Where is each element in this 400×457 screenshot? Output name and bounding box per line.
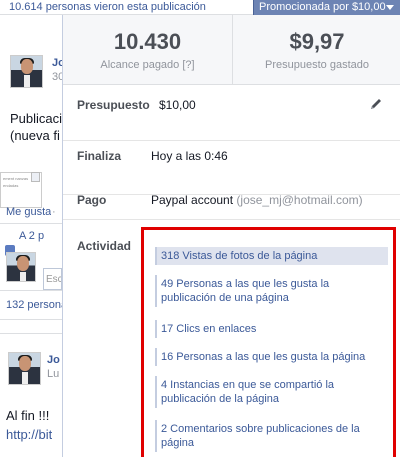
like-link[interactable]: Me gusta — [6, 206, 51, 218]
avatar — [6, 252, 36, 282]
thumbnail-text: ement nanzas endadas — [3, 176, 29, 188]
stats-header: 10.430 Alcance pagado [?] $9,97 Presupue… — [63, 15, 400, 85]
activity-label: Actividad — [77, 239, 132, 253]
ends-row: Finaliza Hoy a las 0:46 — [63, 141, 400, 195]
payment-label: Pago — [77, 193, 107, 207]
caret-down-icon — [386, 5, 394, 10]
post-text: Al fin !!! — [6, 408, 50, 423]
budget-spent-stat: $9,97 Presupuesto gastado — [232, 15, 400, 85]
post-author-link[interactable]: Jo — [47, 354, 60, 366]
post-link[interactable]: http://bit — [6, 427, 52, 442]
activity-item[interactable]: 2 Comentarios sobre publicaciones de la … — [155, 420, 388, 452]
divider — [0, 290, 62, 291]
pencil-icon[interactable] — [369, 97, 383, 111]
ends-value: Hoy a las 0:46 — [151, 149, 228, 163]
payment-account: Paypal account — [151, 193, 234, 207]
activity-item[interactable]: 4 Instancias en que se compartió la publ… — [155, 376, 388, 408]
preview-icon — [31, 172, 40, 182]
post-text: (nueva fi — [10, 128, 60, 143]
activity-item[interactable]: 318 Vistas de fotos de la página — [155, 247, 388, 265]
ends-label: Finaliza — [77, 149, 122, 163]
background-feed: Jo 30 Publicaci (nueva fi ement nanzas e… — [0, 15, 67, 457]
divider — [0, 223, 62, 224]
paid-reach-label: Alcance pagado [?] — [63, 59, 232, 71]
views-count-link[interactable]: 10.614 personas vieron esta publicación — [9, 1, 206, 13]
activity-item[interactable]: 16 Personas a las que les gusta la págin… — [155, 348, 388, 366]
help-link[interactable]: [?] — [182, 59, 194, 71]
payment-row: Pago Paypal account (jose_mj@hotmail.com… — [63, 193, 400, 220]
promoted-label: Promocionada por $10,00 — [259, 1, 386, 13]
budget-row: Presupuesto $10,00 — [63, 85, 400, 141]
payment-email: (jose_mj@hotmail.com) — [236, 193, 363, 207]
paid-reach-value: 10.430 — [113, 29, 182, 54]
promoted-dropdown-button[interactable]: Promocionada por $10,00 — [253, 0, 400, 15]
shares-link[interactable]: 132 persona — [6, 299, 67, 311]
budget-spent-value: $9,97 — [289, 29, 345, 54]
avatar[interactable] — [8, 352, 41, 385]
likes-count-link[interactable]: A 2 p — [19, 230, 44, 242]
paid-reach-stat: 10.430 Alcance pagado [?] — [63, 15, 232, 85]
post-text: Publicaci — [10, 111, 63, 126]
avatar[interactable] — [10, 55, 43, 88]
divider — [0, 333, 62, 334]
divider — [0, 319, 62, 320]
paid-reach-label-text: Alcance pagado — [100, 59, 180, 71]
promotion-details-panel: 10.430 Alcance pagado [?] $9,97 Presupue… — [62, 15, 400, 457]
post-timestamp[interactable]: Lu — [47, 368, 59, 380]
separator-dot: · — [52, 206, 56, 218]
budget-spent-label: Presupuesto gastado — [265, 59, 369, 71]
budget-label: Presupuesto — [77, 98, 150, 112]
activity-item[interactable]: 49 Personas a las que les gusta la publi… — [155, 275, 388, 307]
budget-value: $10,00 — [159, 98, 196, 112]
comment-input[interactable]: Esc — [43, 268, 62, 290]
activity-item[interactable]: 17 Clics en enlaces — [155, 320, 388, 338]
payment-value: Paypal account (jose_mj@hotmail.com) — [151, 193, 363, 207]
